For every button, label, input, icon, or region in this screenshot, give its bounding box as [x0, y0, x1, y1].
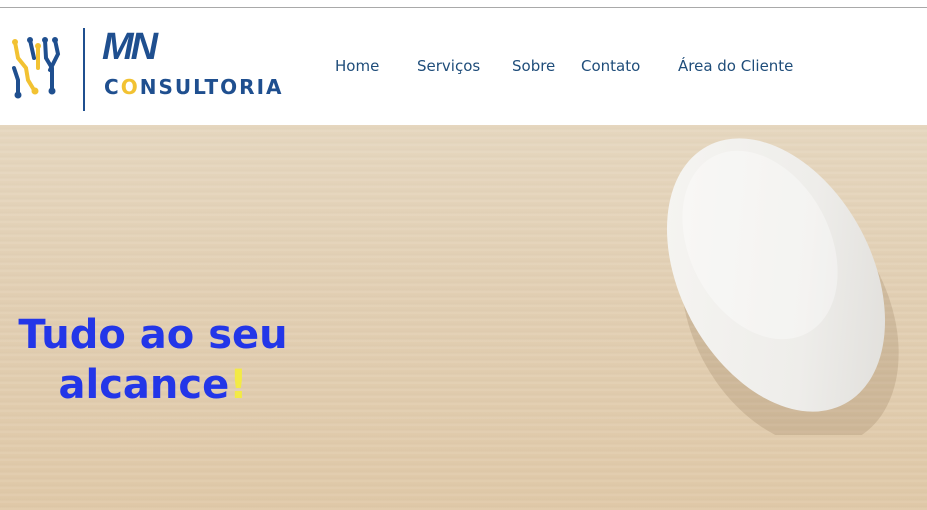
brand-subtitle-end: NSULTORIA — [139, 75, 284, 99]
nav-sobre[interactable]: Sobre — [512, 57, 555, 75]
hero-banner: Tudo ao seu alcance! — [0, 125, 927, 510]
main-nav: Home Serviços Sobre Contato Área do Clie… — [0, 57, 927, 77]
hero-headline-line2: alcance — [58, 362, 230, 408]
nav-area-do-cliente[interactable]: Área do Cliente — [678, 57, 793, 75]
nav-home[interactable]: Home — [335, 57, 379, 75]
hero-headline-line1: Tudo ao seu — [18, 312, 288, 358]
brand-subtitle: CONSULTORIA — [104, 75, 283, 99]
brand-subtitle-start: C — [104, 75, 121, 99]
hero-headline-punct: ! — [229, 362, 248, 408]
mouse-image — [666, 138, 899, 435]
nav-contato[interactable]: Contato — [581, 57, 640, 75]
brand-subtitle-accent: O — [120, 75, 140, 99]
nav-servicos[interactable]: Serviços — [417, 57, 480, 75]
hero-headline: Tudo ao seu alcance! — [18, 310, 288, 410]
